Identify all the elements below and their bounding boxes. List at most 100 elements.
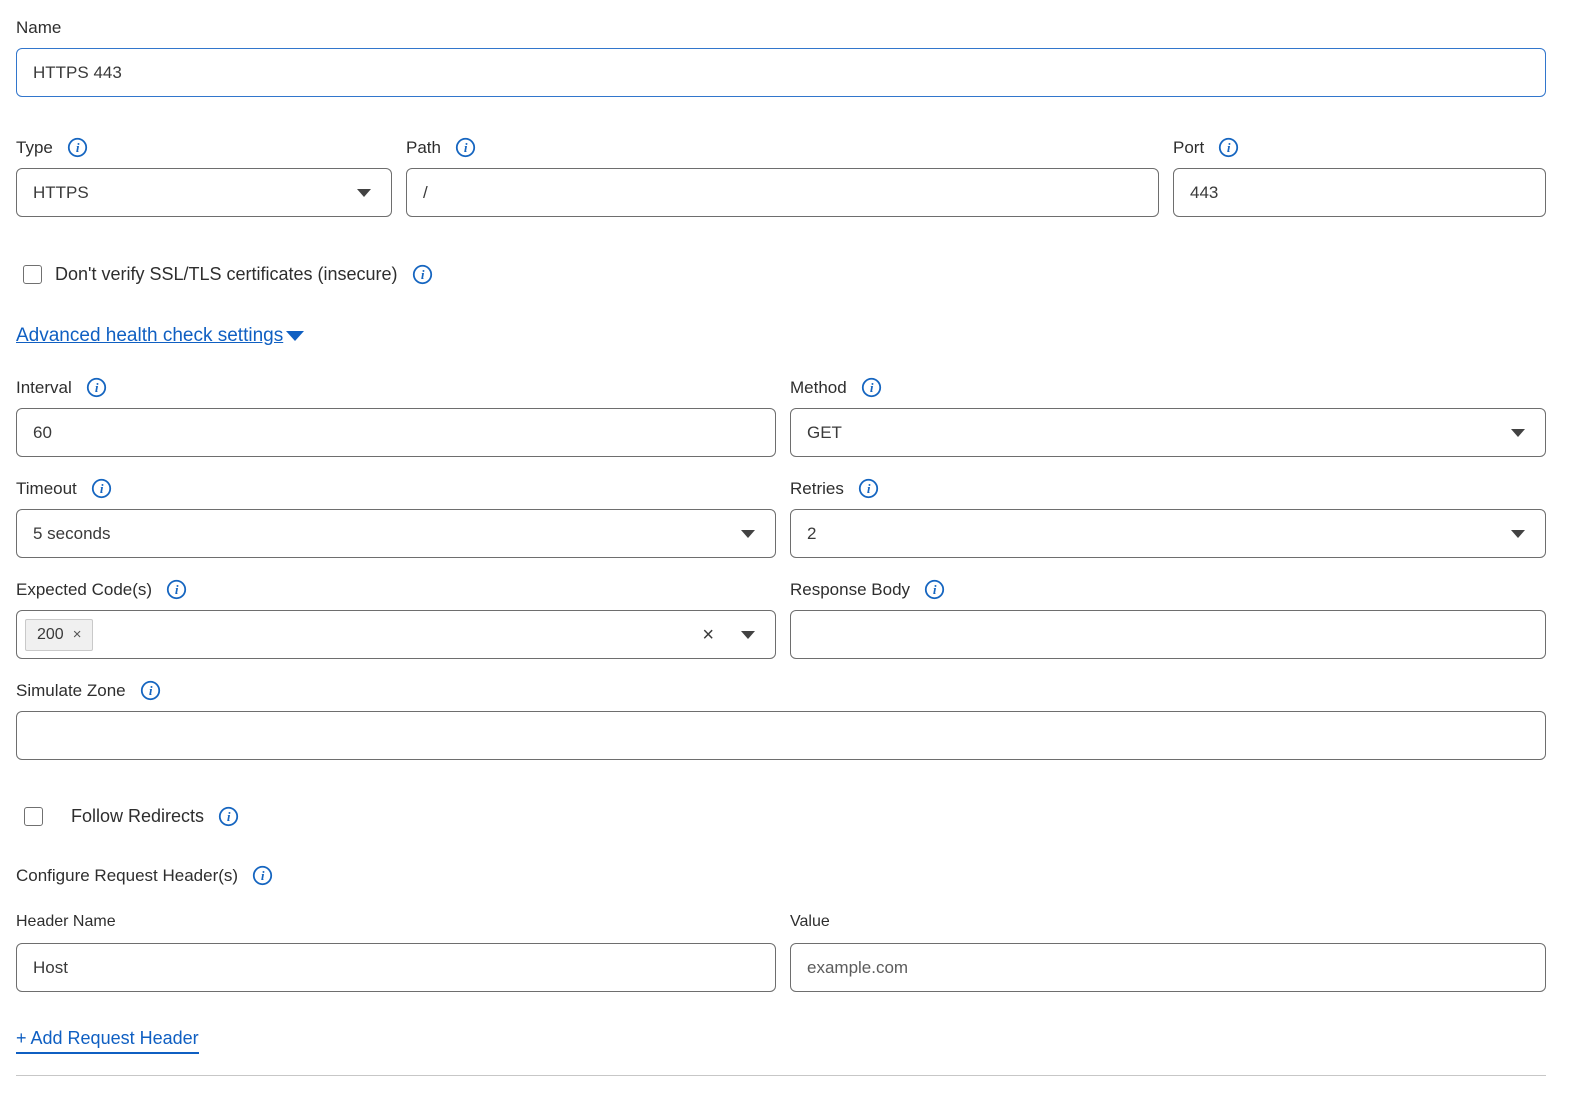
configure-headers-label-text: Configure Request Header(s) xyxy=(16,866,238,886)
interval-input[interactable] xyxy=(16,408,776,457)
retries-info-icon[interactable]: i xyxy=(858,478,879,499)
add-header-row: + Add Request Header xyxy=(16,1028,1546,1054)
configure-headers-info-icon[interactable]: i xyxy=(252,865,273,886)
clear-all-icon[interactable]: × xyxy=(702,625,714,645)
response-body-label: Response Body i xyxy=(790,579,1546,600)
type-select[interactable]: HTTPS xyxy=(16,168,392,217)
chevron-down-icon xyxy=(1511,530,1525,538)
port-label-text: Port xyxy=(1173,138,1204,158)
follow-redirects-label: Follow Redirects xyxy=(71,806,204,827)
header-name-field: Header Name xyxy=(16,913,776,992)
path-label: Path i xyxy=(406,137,1159,158)
method-label-text: Method xyxy=(790,378,847,398)
port-label: Port i xyxy=(1173,137,1546,158)
path-info-icon[interactable]: i xyxy=(455,137,476,158)
code-tag: 200 × xyxy=(25,619,93,651)
timeout-select-value: 5 seconds xyxy=(33,524,111,544)
chevron-down-icon xyxy=(1511,429,1525,437)
advanced-settings-toggle[interactable]: Advanced health check settings xyxy=(16,325,304,347)
follow-redirects-row: Follow Redirects i xyxy=(16,806,1546,827)
timeout-field: Timeout i 5 seconds xyxy=(16,478,776,558)
svg-text:i: i xyxy=(149,683,153,698)
simulate-zone-info-icon[interactable]: i xyxy=(140,680,161,701)
svg-text:i: i xyxy=(1227,140,1231,155)
caret-down-icon xyxy=(286,331,304,341)
svg-text:i: i xyxy=(464,140,468,155)
expected-codes-info-icon[interactable]: i xyxy=(166,579,187,600)
timeout-label: Timeout i xyxy=(16,478,776,499)
port-input[interactable] xyxy=(1173,168,1546,217)
svg-text:i: i xyxy=(867,481,871,496)
svg-text:i: i xyxy=(870,380,874,395)
header-value-field: Value xyxy=(790,913,1546,992)
path-label-text: Path xyxy=(406,138,441,158)
header-name-column-label: Header Name xyxy=(16,913,776,931)
method-select-value: GET xyxy=(807,423,842,443)
response-body-label-text: Response Body xyxy=(790,580,910,600)
response-body-input[interactable] xyxy=(790,610,1546,659)
interval-info-icon[interactable]: i xyxy=(86,377,107,398)
type-select-value: HTTPS xyxy=(33,183,89,203)
section-divider xyxy=(16,1075,1546,1076)
multiselect-controls: × xyxy=(702,625,759,645)
follow-redirects-info-icon[interactable]: i xyxy=(218,806,239,827)
path-input[interactable] xyxy=(406,168,1159,217)
method-info-icon[interactable]: i xyxy=(861,377,882,398)
header-value-column-label: Value xyxy=(790,913,1546,931)
response-body-field: Response Body i xyxy=(790,579,1546,659)
retries-field: Retries i 2 xyxy=(790,478,1546,558)
remove-tag-icon[interactable]: × xyxy=(73,627,82,642)
configure-headers-label: Configure Request Header(s) i xyxy=(16,865,1546,886)
retries-label-text: Retries xyxy=(790,479,844,499)
svg-text:i: i xyxy=(95,380,99,395)
svg-text:i: i xyxy=(100,481,104,496)
type-label: Type i xyxy=(16,137,392,158)
type-info-icon[interactable]: i xyxy=(67,137,88,158)
name-input[interactable] xyxy=(16,48,1546,97)
response-body-info-icon[interactable]: i xyxy=(924,579,945,600)
retries-select[interactable]: 2 xyxy=(790,509,1546,558)
port-info-icon[interactable]: i xyxy=(1218,137,1239,158)
chevron-down-icon xyxy=(357,189,371,197)
codes-body-row: Expected Code(s) i 200 × × Response Body xyxy=(16,579,1546,659)
add-request-header-link[interactable]: + Add Request Header xyxy=(16,1028,199,1054)
timeout-select[interactable]: 5 seconds xyxy=(16,509,776,558)
follow-redirects-checkbox[interactable] xyxy=(24,807,43,826)
simulate-zone-label-text: Simulate Zone xyxy=(16,681,126,701)
simulate-zone-input[interactable] xyxy=(16,711,1546,760)
svg-text:i: i xyxy=(76,140,80,155)
chevron-down-icon xyxy=(741,530,755,538)
retries-label: Retries i xyxy=(790,478,1546,499)
verify-ssl-label: Don't verify SSL/TLS certificates (insec… xyxy=(55,264,398,285)
svg-text:i: i xyxy=(175,582,179,597)
name-label: Name xyxy=(16,18,1546,38)
verify-ssl-info-icon[interactable]: i xyxy=(412,264,433,285)
port-field: Port i xyxy=(1173,137,1546,217)
method-select[interactable]: GET xyxy=(790,408,1546,457)
name-label-text: Name xyxy=(16,18,61,38)
interval-label: Interval i xyxy=(16,377,776,398)
method-label: Method i xyxy=(790,377,1546,398)
chevron-down-icon[interactable] xyxy=(741,631,755,639)
simulate-zone-label: Simulate Zone i xyxy=(16,680,1546,701)
retries-select-value: 2 xyxy=(807,524,816,544)
interval-label-text: Interval xyxy=(16,378,72,398)
advanced-settings-row: Advanced health check settings xyxy=(16,325,1546,347)
expected-codes-multiselect[interactable]: 200 × × xyxy=(16,610,776,659)
header-value-input[interactable] xyxy=(790,943,1546,992)
path-field: Path i xyxy=(406,137,1159,217)
type-field: Type i HTTPS xyxy=(16,137,392,217)
timeout-info-icon[interactable]: i xyxy=(91,478,112,499)
svg-text:i: i xyxy=(420,267,424,282)
health-check-form: Name Type i HTTPS Path i xyxy=(0,0,1570,1076)
expected-codes-field: Expected Code(s) i 200 × × xyxy=(16,579,776,659)
code-tag-value: 200 xyxy=(37,626,64,644)
header-name-input[interactable] xyxy=(16,943,776,992)
method-field: Method i GET xyxy=(790,377,1546,457)
interval-field: Interval i xyxy=(16,377,776,457)
type-path-port-row: Type i HTTPS Path i Port xyxy=(16,137,1546,217)
verify-ssl-checkbox[interactable] xyxy=(23,265,42,284)
svg-text:i: i xyxy=(933,582,937,597)
expected-codes-label: Expected Code(s) i xyxy=(16,579,776,600)
svg-text:i: i xyxy=(227,809,231,824)
